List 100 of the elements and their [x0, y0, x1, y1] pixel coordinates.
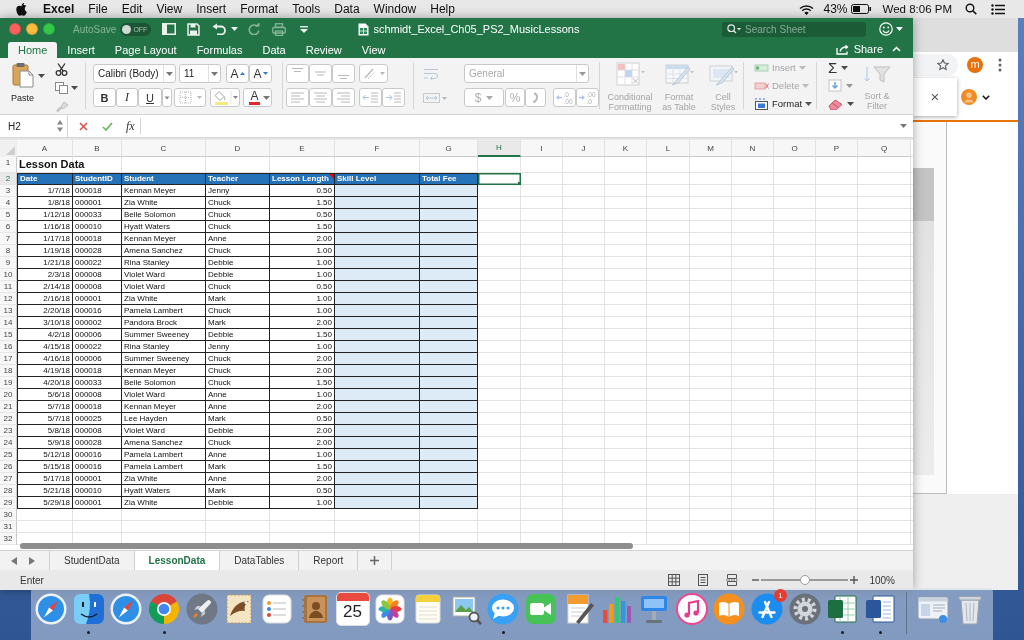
cross-icon[interactable] — [79, 121, 88, 131]
chevron-down-icon[interactable] — [982, 95, 990, 100]
chevron-up-icon[interactable] — [892, 46, 901, 52]
row-header[interactable]: 7 — [0, 233, 17, 245]
align-top-icon[interactable] — [286, 64, 309, 83]
sidebar-icon[interactable] — [162, 23, 177, 35]
address-bar[interactable] — [913, 54, 958, 76]
row-header[interactable]: 15 — [0, 329, 17, 341]
row-header[interactable]: 30 — [0, 509, 17, 521]
italic-button[interactable]: I — [116, 88, 138, 107]
column-header[interactable]: F — [335, 140, 420, 157]
clock[interactable]: Wed 8:06 PM — [882, 3, 952, 15]
underline-button[interactable]: U — [138, 88, 162, 107]
app-menu[interactable]: Excel — [43, 2, 75, 16]
row-header[interactable]: 25 — [0, 449, 17, 461]
search-icon[interactable] — [727, 24, 741, 34]
row-header[interactable]: 6 — [0, 221, 17, 233]
column-header[interactable]: C — [122, 140, 206, 157]
autosum-button[interactable]: Σ — [828, 60, 838, 75]
menu-item[interactable]: Data — [334, 2, 360, 16]
column-header[interactable]: G — [420, 140, 478, 157]
page-icon[interactable] — [697, 574, 710, 586]
column-header[interactable]: Q — [858, 140, 911, 157]
share-icon[interactable] — [835, 43, 849, 55]
row-header[interactable]: 19 — [0, 377, 17, 389]
caret-icon[interactable] — [211, 71, 218, 76]
ribbon-tab[interactable]: Page Layout — [104, 42, 187, 58]
paste-button[interactable]: Paste — [11, 62, 34, 114]
row-header[interactable]: 28 — [0, 485, 17, 497]
music-note-icon[interactable] — [674, 592, 709, 626]
font-size-dropdown[interactable]: 11 — [179, 64, 221, 83]
menu-item[interactable]: Tools — [292, 2, 321, 16]
row-header[interactable]: 4 — [0, 197, 17, 209]
font-color-button[interactable]: A — [243, 88, 272, 107]
cells-button[interactable]: Format — [754, 96, 816, 111]
checkmark-icon[interactable] — [102, 121, 113, 131]
menu-item[interactable]: Help — [430, 2, 455, 16]
wifi-icon[interactable] — [798, 3, 814, 15]
document-icon[interactable] — [863, 592, 898, 626]
row-header[interactable]: 1 — [0, 157, 17, 173]
battery-icon[interactable] — [850, 4, 871, 14]
open-book-icon[interactable] — [712, 592, 747, 626]
ribbon-tab[interactable]: Formulas — [186, 42, 253, 58]
menu-item[interactable]: Insert — [196, 2, 227, 16]
caret-icon[interactable] — [841, 65, 849, 70]
caret-icon[interactable] — [262, 95, 270, 100]
close-button[interactable]: × — [930, 89, 940, 105]
row-header[interactable]: 2 — [0, 173, 17, 185]
align-bottom-icon[interactable] — [332, 64, 355, 83]
row-header[interactable]: 27 — [0, 473, 17, 485]
row-header[interactable]: 32 — [0, 533, 17, 545]
plus-icon[interactable] — [370, 556, 380, 565]
row-header[interactable]: 18 — [0, 365, 17, 377]
sheet-tab[interactable]: LessonData — [133, 551, 220, 570]
compass-icon[interactable] — [109, 592, 144, 626]
ribbon-tab[interactable]: View — [351, 42, 396, 58]
column-header[interactable]: D — [206, 140, 270, 157]
caret-icon[interactable] — [847, 101, 854, 106]
plus-icon[interactable] — [850, 576, 859, 584]
menu-item[interactable]: Window — [373, 2, 417, 16]
row-header[interactable]: 26 — [0, 461, 17, 473]
column-header[interactable]: N — [732, 140, 774, 157]
caret-icon[interactable] — [166, 71, 173, 76]
insert-function-button[interactable]: fx — [126, 118, 141, 134]
font-name-dropdown[interactable]: Calibri (Body) — [93, 64, 176, 83]
scissors-icon[interactable] — [55, 63, 68, 76]
row-header[interactable]: 21 — [0, 401, 17, 413]
column-header[interactable]: E — [270, 140, 335, 157]
shrink-font-button[interactable]: A — [249, 64, 272, 83]
row-header[interactable]: 10 — [0, 269, 17, 281]
down-arrow-box-icon[interactable] — [828, 79, 842, 92]
checklist-icon[interactable] — [260, 592, 295, 626]
zoom-button[interactable] — [43, 23, 55, 35]
grow-font-button[interactable]: A — [226, 64, 249, 83]
column-header[interactable]: J — [563, 140, 605, 157]
print-icon[interactable] — [272, 22, 287, 36]
slider-thumb[interactable] — [799, 575, 810, 585]
column-header[interactable]: H — [478, 140, 521, 157]
split-page-icon[interactable] — [726, 574, 739, 586]
spreadsheet-icon[interactable] — [825, 592, 860, 626]
row-header[interactable]: 11 — [0, 281, 17, 293]
ribbon-tab[interactable]: Home — [8, 42, 58, 58]
caret-icon[interactable] — [71, 86, 78, 90]
name-box[interactable]: H2 — [0, 115, 68, 137]
row-header[interactable]: 31 — [0, 521, 17, 533]
undo-icon[interactable] — [212, 23, 227, 35]
minus-icon[interactable] — [752, 579, 760, 581]
row-header[interactable]: 23 — [0, 425, 17, 437]
face-icon[interactable] — [71, 592, 106, 626]
redo-icon[interactable] — [248, 23, 261, 35]
column-header[interactable]: B — [73, 140, 122, 157]
menu-item[interactable]: View — [156, 2, 183, 16]
ribbon-tab[interactable]: Review — [295, 42, 352, 58]
save-icon[interactable] — [187, 22, 201, 36]
kebab-menu-icon[interactable] — [998, 58, 1002, 72]
triangle-left-icon[interactable] — [11, 556, 17, 565]
menu-item[interactable]: File — [88, 2, 108, 16]
row-header[interactable]: 17 — [0, 353, 17, 365]
copy-icon[interactable] — [55, 82, 68, 94]
row-header[interactable]: 9 — [0, 257, 17, 269]
